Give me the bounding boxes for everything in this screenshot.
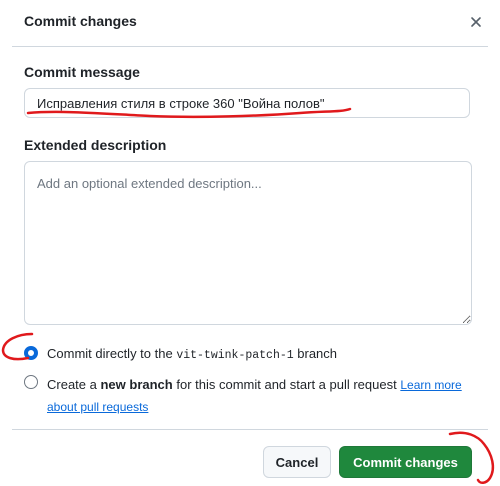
new-branch-prefix: Create a — [47, 377, 101, 392]
commit-message-input[interactable] — [24, 88, 470, 118]
extended-description-label: Extended description — [24, 137, 167, 153]
new-branch-label: Create a new branch for this commit and … — [47, 374, 464, 418]
extended-description-textarea[interactable] — [24, 161, 472, 325]
new-branch-bold: new branch — [100, 377, 173, 392]
new-branch-suffix: for this commit and start a pull request — [172, 377, 401, 392]
commit-changes-button[interactable]: Commit changes — [339, 446, 472, 478]
commit-changes-dialog: Commit changes Commit message Extended d… — [0, 0, 500, 486]
commit-direct-prefix: Commit directly to the — [47, 346, 177, 361]
commit-direct-option[interactable]: Commit directly to the vit-twink-patch-1… — [24, 345, 337, 365]
new-branch-radio[interactable] — [24, 375, 38, 389]
dialog-header: Commit changes — [12, 0, 488, 47]
footer-divider — [12, 429, 488, 430]
commit-direct-radio[interactable] — [24, 346, 38, 360]
close-icon — [471, 17, 481, 27]
commit-message-label: Commit message — [24, 64, 140, 80]
commit-direct-suffix: branch — [293, 346, 338, 361]
dialog-title: Commit changes — [24, 13, 137, 29]
commit-direct-label: Commit directly to the vit-twink-patch-1… — [47, 345, 337, 365]
branch-name: vit-twink-patch-1 — [176, 349, 294, 362]
close-button[interactable] — [464, 10, 488, 34]
new-branch-option[interactable]: Create a new branch for this commit and … — [24, 374, 464, 418]
cancel-button[interactable]: Cancel — [263, 446, 331, 478]
